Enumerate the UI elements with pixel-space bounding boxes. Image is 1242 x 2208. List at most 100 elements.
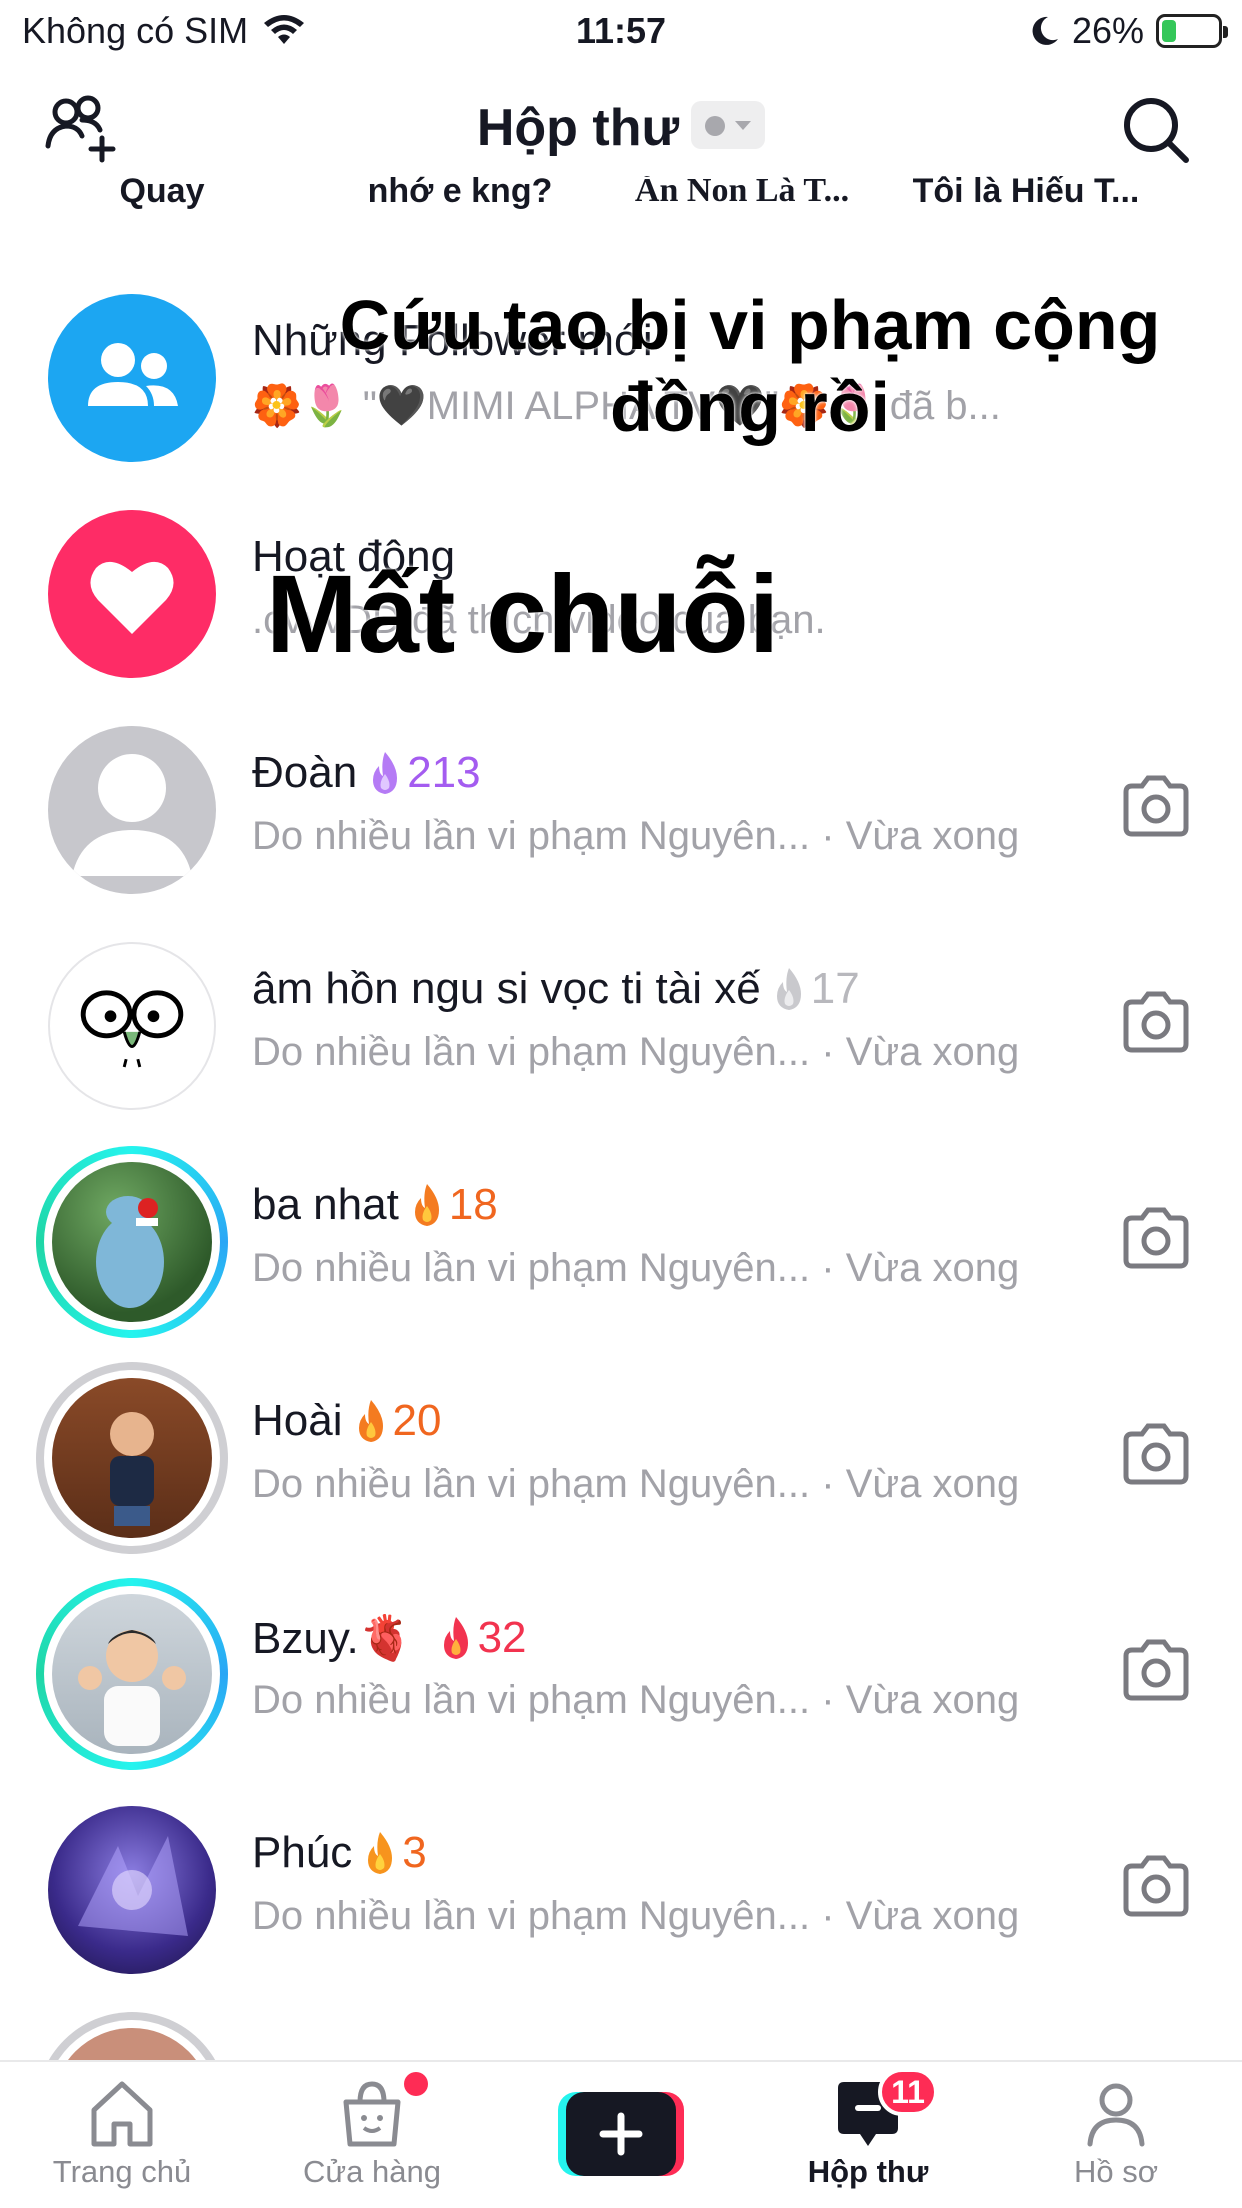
camera-icon: [1123, 1423, 1189, 1485]
flame-icon: [414, 1184, 439, 1226]
camera-icon: [1123, 1207, 1189, 1269]
streak-count: 17: [810, 964, 860, 1013]
chat-row[interactable]: Bzuy.🫀 32 Do nhiều lần vi phạm Nguyên...…: [0, 1578, 1242, 1806]
online-status-toggle[interactable]: [691, 101, 766, 150]
story-ring[interactable]: [36, 1578, 228, 1770]
chat-name-text: Phúc: [252, 1828, 353, 1877]
flame-icon: [443, 1617, 468, 1659]
camera-icon: [1123, 775, 1189, 837]
tab-shop[interactable]: Cửa hàng: [272, 2072, 472, 2190]
camera-button[interactable]: [1120, 1638, 1192, 1702]
search-button[interactable]: [1120, 94, 1192, 166]
default-avatar-icon: [72, 754, 192, 876]
stories-strip[interactable]: Quay nhớ e kng? Ăn Non Là T... Tôi là Hi…: [0, 176, 1242, 216]
status-bar: Không có SIM 11:57 26%: [0, 0, 1242, 62]
chat-row[interactable]: âm hồn ngu si vọc ti tài xế 17 Do nhiều …: [0, 942, 1242, 1158]
followers-avatar: [48, 294, 216, 462]
camera-icon: [1123, 1855, 1189, 1917]
chat-name-text: Bzuy.🫀: [252, 1614, 414, 1663]
followers-icon: [88, 343, 178, 406]
streak-badge: 18: [409, 1180, 498, 1230]
battery-level: [1162, 20, 1177, 42]
story-ring-viewed[interactable]: [36, 2012, 228, 2060]
cartoon-avatar-icon: [96, 1196, 164, 1308]
page-title-text: Hộp thư: [476, 99, 680, 157]
chevron-down-icon: [735, 121, 752, 131]
overlay-caption-middle: Mất chuỗi: [266, 553, 780, 676]
page-title: Hộp thư: [0, 98, 1242, 158]
chat-preview: Do nhiều lần vi phạm Nguyên... · Vừa xon…: [252, 1246, 1019, 1291]
chat-row[interactable]: Đoàn 213 Do nhiều lần vi phạm Nguyên... …: [0, 726, 1242, 942]
chat-name: Phúc 3: [252, 1828, 427, 1878]
create-button[interactable]: [558, 2092, 684, 2176]
flame-icon: [358, 1400, 383, 1442]
avatar: [52, 2028, 212, 2060]
child-photo-icon: [78, 1630, 186, 1746]
message-time: Vừa xong: [845, 1246, 1020, 1290]
separator: ·: [821, 1030, 835, 1074]
streak-badge: 20: [353, 1396, 441, 1446]
tab-home[interactable]: Trang chủ: [22, 2076, 222, 2190]
frog-avatar-icon: [80, 990, 184, 1068]
flame-icon: [776, 968, 801, 1010]
story-ring-inner: [44, 2020, 220, 2060]
moon-icon: [1032, 16, 1058, 45]
story-name[interactable]: nhớ e kng?: [340, 176, 580, 211]
status-dot: [705, 116, 726, 137]
story-ring-inner: [44, 1154, 220, 1330]
story-name[interactable]: Quay: [42, 176, 282, 211]
tab-home-label: Trang chủ: [52, 2154, 192, 2189]
overlay-caption-top: Cứu tao bị vi phạm cộng đồng rồi: [339, 286, 1161, 446]
message-text: Do nhiều lần vi phạm Nguyên...: [252, 1030, 811, 1074]
message-text: Do nhiều lần vi phạm Nguyên...: [252, 1246, 811, 1290]
camera-button[interactable]: [1120, 990, 1192, 1054]
story-ring-inner: [44, 1370, 220, 1546]
story-ring-inner: [44, 1586, 220, 1762]
separator: ·: [821, 814, 835, 858]
battery-percent: 26%: [1071, 10, 1144, 51]
story-name[interactable]: Ăn Non Là T...: [622, 176, 862, 210]
message-text: Do nhiều lần vi phạm Nguyên...: [252, 1462, 811, 1506]
message-time: Vừa xong: [845, 1030, 1020, 1074]
message-text: Do nhiều lần vi phạm Nguyên...: [252, 1678, 811, 1722]
streak-count: 3: [402, 1828, 427, 1877]
inbox-header: Hộp thư: [0, 80, 1242, 180]
story-ring-viewed[interactable]: [36, 1362, 228, 1554]
chat-row[interactable]: ba nhat 18 Do nhiều lần vi phạm Nguyên..…: [0, 1146, 1242, 1374]
message-time: Vừa xong: [845, 814, 1020, 858]
chat-preview: Do nhiều lần vi phạm Nguyên... · Vừa xon…: [252, 1462, 1019, 1507]
plus-icon: [558, 2092, 684, 2176]
flame-icon: [373, 752, 398, 794]
chat-row-partial[interactable]: [0, 2012, 1242, 2060]
chat-name-text: âm hồn ngu si vọc ti tài xế: [252, 964, 761, 1013]
chat-preview: Do nhiều lần vi phạm Nguyên... · Vừa xon…: [252, 1678, 1019, 1723]
inbox-badge: 11: [878, 2068, 938, 2116]
avatar[interactable]: [48, 1806, 216, 1974]
anime-avatar-icon: [78, 1836, 188, 1936]
streak-count: 213: [407, 748, 481, 797]
avatar: [52, 1162, 212, 1322]
camera-button[interactable]: [1120, 774, 1192, 838]
camera-button[interactable]: [1120, 1422, 1192, 1486]
message-time: Vừa xong: [845, 1462, 1020, 1506]
bottom-tab-bar: Trang chủ Cửa hàng 11 Hộp thư Hồ sơ: [0, 2060, 1242, 2208]
chat-row[interactable]: Phúc 3 Do nhiều lần vi phạm Nguyên... · …: [0, 1806, 1242, 2022]
chat-name: ba nhat 18: [252, 1180, 498, 1230]
tab-inbox[interactable]: 11 Hộp thư: [768, 2068, 968, 2190]
avatar[interactable]: [48, 726, 216, 894]
camera-button[interactable]: [1120, 1854, 1192, 1918]
message-time: Vừa xong: [845, 1894, 1020, 1938]
tab-profile[interactable]: Hồ sơ: [1016, 2076, 1216, 2190]
story-name[interactable]: Tôi là Hiếu T...: [906, 176, 1146, 211]
message-text: Do nhiều lần vi phạm Nguyên...: [252, 814, 811, 858]
chat-name-text: Đoàn: [252, 748, 358, 797]
chat-name-text: ba nhat: [252, 1180, 399, 1229]
camera-button[interactable]: [1120, 1206, 1192, 1270]
status-right: 26%: [1030, 10, 1228, 52]
chat-name: âm hồn ngu si vọc ti tài xế 17: [252, 964, 860, 1014]
chat-row[interactable]: Hoài 20 Do nhiều lần vi phạm Nguyên... ·…: [0, 1362, 1242, 1590]
avatar[interactable]: [48, 942, 216, 1110]
streak-count: 18: [448, 1180, 498, 1229]
chat-name: Hoài 20: [252, 1396, 441, 1446]
story-ring[interactable]: [36, 1146, 228, 1338]
